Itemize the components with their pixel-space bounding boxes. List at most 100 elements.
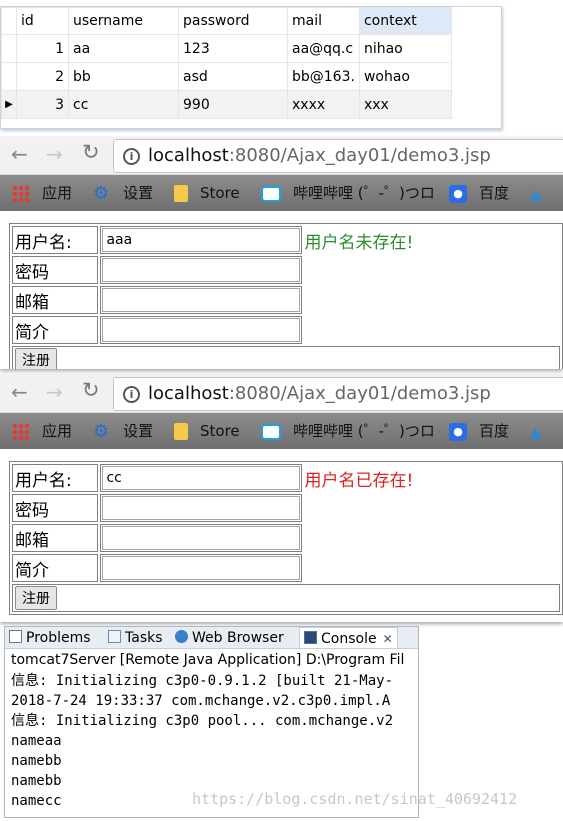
password-input[interactable]	[102, 496, 301, 520]
baidu-paw-icon: ●	[449, 422, 467, 441]
cell-context[interactable]: xxx	[358, 90, 452, 119]
info-icon[interactable]: i	[123, 386, 140, 403]
empty-cell	[304, 256, 560, 284]
close-icon[interactable]: ✕	[383, 632, 393, 646]
folder-icon	[174, 423, 188, 440]
bookmark-store[interactable]: Store	[174, 175, 240, 211]
cell-password[interactable]: 123	[178, 34, 288, 63]
bookmark-label: 哔哩哔哩 (゜-゜)つロ	[293, 422, 435, 440]
address-bar: ← → ↻ i localhost:8080/Ajax_day01/demo3.…	[0, 375, 563, 413]
email-input[interactable]	[102, 288, 301, 312]
cell-username[interactable]: aa	[68, 34, 179, 63]
tab-problems[interactable]: Problems	[9, 627, 91, 648]
console-line: namebb	[11, 773, 62, 789]
console-line: nameaa	[11, 733, 62, 749]
browser-window-second: ← → ↻ i localhost:8080/Ajax_day01/demo3.…	[0, 375, 563, 622]
cell-id[interactable]: 2	[16, 62, 69, 91]
bookmark-more[interactable]: ▲	[530, 413, 554, 449]
back-arrow-icon[interactable]: ←	[11, 380, 28, 404]
username-field-cell	[100, 464, 303, 492]
cell-id[interactable]: 3	[16, 90, 69, 119]
register-form: 用户名: 用户名已存在! 密码 邮箱 简介	[9, 461, 563, 615]
cell-context[interactable]: wohao	[358, 62, 452, 91]
email-input[interactable]	[102, 526, 301, 550]
empty-cell	[304, 316, 560, 344]
tab-label: Problems	[26, 630, 91, 646]
tab-tasks[interactable]: Tasks	[108, 627, 163, 648]
tab-console[interactable]: Console ✕	[299, 627, 398, 648]
cell-id[interactable]: 1	[16, 34, 69, 63]
form-row-email: 邮箱	[12, 524, 560, 552]
empty-cell	[304, 524, 560, 552]
empty-cell	[304, 494, 560, 522]
intro-input[interactable]	[102, 318, 301, 342]
bookmark-label: 设置	[123, 422, 154, 440]
table-header-row: id username password mail context	[1, 7, 452, 35]
password-input[interactable]	[102, 258, 301, 282]
cell-username[interactable]: cc	[68, 90, 179, 119]
table-row[interactable]: 1 aa 123 aa@qq.c nihao	[1, 34, 452, 63]
row-indicator-header	[1, 7, 17, 35]
cell-mail[interactable]: xxxx	[287, 90, 360, 119]
cell-password[interactable]: 990	[178, 90, 288, 119]
cell-password[interactable]: asd	[178, 62, 288, 91]
column-header-id[interactable]: id	[16, 7, 69, 35]
url-input[interactable]: i localhost:8080/Ajax_day01/demo3.jsp	[113, 139, 563, 173]
register-button[interactable]: 注册	[15, 348, 57, 369]
bookmark-baidu[interactable]: ● 百度	[449, 175, 509, 211]
tab-web-browser[interactable]: Web Browser	[175, 627, 284, 648]
intro-input[interactable]	[102, 556, 301, 580]
apps-grid-icon	[12, 422, 30, 441]
bookmark-settings[interactable]: ⚙ 设置	[93, 175, 153, 211]
tasks-icon	[108, 630, 121, 643]
info-icon[interactable]: i	[123, 148, 140, 165]
view-tab-bar: Problems Tasks Web Browser Console ✕	[5, 627, 418, 649]
column-header-username[interactable]: username	[68, 7, 179, 35]
intro-label: 简介	[12, 316, 99, 344]
bookmark-apps[interactable]: 应用	[12, 175, 72, 211]
console-line: namebb	[11, 753, 62, 769]
tab-label: Console	[321, 631, 377, 647]
column-header-mail[interactable]: mail	[287, 7, 360, 35]
cell-mail[interactable]: aa@qq.c	[287, 34, 360, 63]
cell-username[interactable]: bb	[68, 62, 179, 91]
bookmark-settings[interactable]: ⚙ 设置	[93, 413, 153, 449]
cell-mail[interactable]: bb@163.	[287, 62, 360, 91]
submit-cell: 注册	[12, 584, 560, 612]
table-row[interactable]: ▶ 3 cc 990 xxxx xxx	[1, 90, 452, 119]
bookmark-label: Store	[200, 422, 240, 440]
submit-cell: 注册	[12, 346, 560, 369]
database-result-grid: id username password mail context 1 aa 1…	[0, 6, 502, 129]
bookmark-more[interactable]: ▲	[530, 175, 554, 211]
tab-label: Tasks	[125, 630, 163, 646]
back-arrow-icon[interactable]: ←	[11, 142, 28, 166]
reload-icon[interactable]: ↻	[82, 140, 100, 164]
bilibili-tv-icon	[261, 185, 281, 202]
console-line: 信息: Initializing c3p0 pool... com.mchang…	[11, 713, 394, 729]
register-button[interactable]: 注册	[15, 586, 57, 610]
username-input[interactable]	[102, 466, 301, 490]
column-header-context[interactable]: context	[358, 7, 452, 35]
cell-context[interactable]: nihao	[358, 34, 452, 63]
column-header-password[interactable]: password	[178, 7, 288, 35]
bookmark-baidu[interactable]: ● 百度	[449, 413, 509, 449]
form-row-submit: 注册	[12, 584, 560, 612]
bookmark-bilibili[interactable]: 哔哩哔哩 (゜-゜)つロ	[261, 175, 435, 211]
bookmark-apps[interactable]: 应用	[12, 413, 72, 449]
bookmark-label: 百度	[479, 184, 510, 202]
bookmark-bilibili[interactable]: 哔哩哔哩 (゜-゜)つロ	[261, 413, 435, 449]
reload-icon[interactable]: ↻	[82, 378, 100, 402]
url-input[interactable]: i localhost:8080/Ajax_day01/demo3.jsp	[113, 377, 563, 411]
bookmark-label: Store	[200, 184, 240, 202]
current-row-arrow-icon: ▶	[1, 90, 17, 119]
username-input[interactable]	[102, 228, 301, 252]
form-row-email: 邮箱	[12, 286, 560, 314]
bookmark-store[interactable]: Store	[174, 413, 240, 449]
email-label: 邮箱	[12, 524, 99, 552]
forward-arrow-icon[interactable]: →	[46, 380, 63, 404]
console-line: 2018-7-24 19:33:37 com.mchange.v2.c3p0.i…	[11, 693, 391, 709]
table-row[interactable]: 2 bb asd bb@163. wohao	[1, 62, 452, 91]
address-bar: ← → ↻ i localhost:8080/Ajax_day01/demo3.…	[0, 137, 563, 175]
graduation-cap-icon: ▲	[530, 422, 542, 441]
forward-arrow-icon[interactable]: →	[46, 142, 63, 166]
